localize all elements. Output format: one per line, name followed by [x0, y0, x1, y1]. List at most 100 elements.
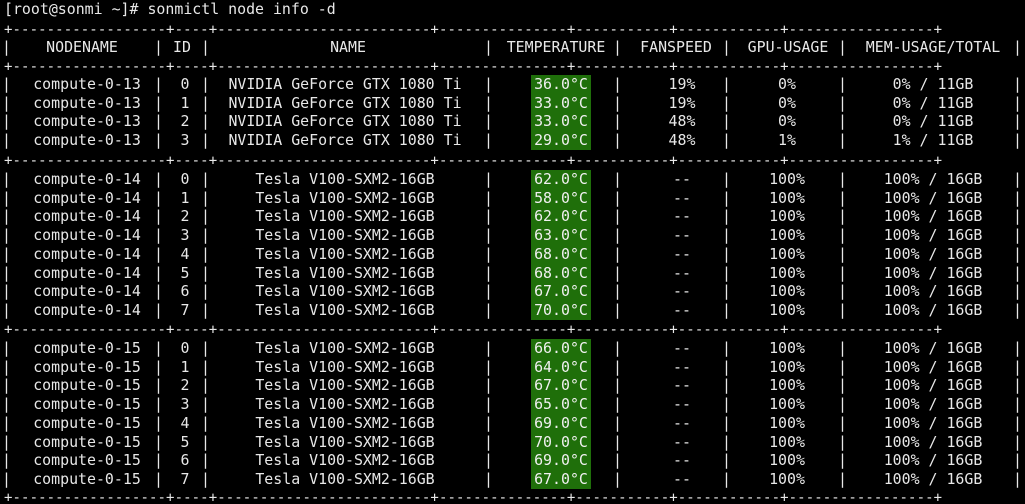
column-divider: | — [484, 112, 493, 131]
cell-fanspeed: -- — [673, 432, 691, 451]
cell-id: 3 — [180, 395, 190, 414]
cell-temperature: 33.0°C — [531, 93, 591, 113]
column-divider: | — [613, 112, 622, 131]
column-divider: | — [1013, 432, 1022, 451]
column-divider: | — [201, 413, 210, 432]
cell-mem-usage: 0% / 11GB — [892, 75, 974, 93]
column-divider: | — [154, 170, 163, 188]
cell-nodename: compute-0-15 — [33, 469, 141, 488]
cell-temperature: 64.0°C — [531, 357, 591, 377]
cell-gpu-name: Tesla V100-SXM2-16GB — [255, 170, 435, 188]
cell-nodename: compute-0-13 — [33, 75, 141, 93]
column-divider: | — [722, 170, 731, 188]
column-divider: | — [484, 395, 493, 414]
cell-id: 0 — [180, 170, 190, 188]
column-divider: | — [722, 93, 731, 112]
cell-temperature: 68.0°C — [531, 263, 591, 283]
column-divider: | — [1013, 300, 1022, 319]
cell-id: 3 — [180, 131, 190, 150]
column-divider: | — [2, 413, 11, 432]
table-row: | | | | | | | | compute-0-14 0 Tesla V100-SXM2-16G… — [2, 170, 1024, 189]
cell-nodename: compute-0-15 — [33, 451, 141, 470]
cell-temperature: 68.0°C — [531, 244, 591, 264]
column-divider: | — [613, 376, 622, 395]
column-divider: | — [722, 75, 731, 93]
cell-fanspeed: -- — [673, 376, 691, 395]
table-row: | | | | | | | | compute-0-15 2 Tesla V100-SXM2-16G… — [2, 376, 1024, 396]
column-divider: | — [722, 244, 731, 263]
cell-nodename: compute-0-13 — [33, 93, 141, 112]
cell-gpu-usage: 100% — [769, 244, 805, 263]
column-divider: | — [201, 376, 210, 395]
column-divider: | — [838, 188, 847, 207]
column-divider: | — [201, 244, 210, 263]
column-divider: | — [201, 300, 210, 319]
table-row: | | | | | | | | compute-0-15 1 Tesla V100-SXM2-16G… — [2, 357, 1024, 377]
column-divider: | — [1013, 188, 1022, 207]
column-divider: | — [484, 451, 493, 470]
cell-mem-usage: 100% / 16GB — [883, 357, 983, 376]
cell-nodename: compute-0-14 — [33, 188, 141, 207]
column-divider: | — [484, 282, 493, 301]
column-divider: | — [838, 395, 847, 414]
cell-gpu-name: Tesla V100-SXM2-16GB — [255, 451, 435, 470]
cell-gpu-name: Tesla V100-SXM2-16GB — [255, 395, 435, 414]
cell-fanspeed: 19% — [668, 93, 696, 112]
cell-mem-usage: 100% / 16GB — [883, 170, 983, 188]
cell-mem-usage: 100% / 16GB — [883, 244, 983, 263]
column-divider: | — [838, 357, 847, 376]
cell-gpu-usage: 0% — [778, 93, 796, 112]
cell-fanspeed: 48% — [668, 131, 696, 150]
cell-id: 1 — [180, 93, 190, 112]
column-divider: | — [1013, 339, 1022, 357]
column-divider: | — [2, 376, 11, 395]
cell-mem-usage: 100% / 16GB — [883, 413, 983, 432]
column-divider: | — [154, 244, 163, 263]
cell-gpu-name: Tesla V100-SXM2-16GB — [255, 469, 435, 488]
column-header-name: NAME — [330, 38, 366, 56]
column-divider: | — [201, 207, 210, 226]
cell-id: 4 — [180, 244, 190, 263]
column-divider: | — [722, 38, 731, 56]
column-divider: | — [154, 413, 163, 432]
column-divider: | — [484, 339, 493, 357]
cell-gpu-usage: 100% — [769, 451, 805, 470]
cell-mem-usage: 1% / 11GB — [892, 131, 974, 150]
cell-nodename: compute-0-14 — [33, 282, 141, 301]
column-divider: | — [484, 376, 493, 395]
cell-temperature: 67.0°C — [531, 469, 591, 489]
column-divider: | — [2, 38, 11, 56]
cell-temperature: 70.0°C — [531, 432, 591, 452]
table-row: | | | | | | | | compute-0-14 6 Tesla V100-SXM2-16G… — [2, 282, 1024, 302]
column-divider: | — [838, 170, 847, 188]
cell-id: 2 — [180, 207, 190, 226]
column-divider: | — [484, 357, 493, 376]
cell-gpu-name: Tesla V100-SXM2-16GB — [255, 357, 435, 376]
column-divider: | — [154, 188, 163, 207]
cell-gpu-name: Tesla V100-SXM2-16GB — [255, 188, 435, 207]
table-row: | | | | | | | | compute-0-14 4 Tesla V100-SXM2-16G… — [2, 244, 1024, 264]
cell-fanspeed: -- — [673, 207, 691, 226]
table-row: | | | | | | | | compute-0-15 4 Tesla V100-SXM2-16G… — [2, 413, 1024, 433]
column-divider: | — [838, 469, 847, 488]
column-divider: | — [2, 432, 11, 451]
cell-id: 0 — [180, 75, 190, 93]
cell-temperature: 33.0°C — [531, 112, 591, 132]
column-divider: | — [154, 282, 163, 301]
cell-fanspeed: 48% — [668, 112, 696, 131]
table-row: | | | | | | | | compute-0-15 7 Tesla V100-SXM2-16G… — [2, 469, 1024, 489]
cell-gpu-name: NVIDIA GeForce GTX 1080 Ti — [228, 93, 462, 112]
cell-mem-usage: 100% / 16GB — [883, 226, 983, 245]
column-divider: | — [613, 469, 622, 488]
column-divider: | — [838, 112, 847, 131]
cell-gpu-name: NVIDIA GeForce GTX 1080 Ti — [228, 131, 462, 150]
table-row: | | | | | | | | compute-0-13 2 NVIDIA GeForce GTX … — [2, 112, 1024, 132]
cell-gpu-usage: 100% — [769, 226, 805, 245]
table-row: | | | | | | | | compute-0-15 3 Tesla V100-SXM2-16G… — [2, 395, 1024, 415]
terminal-window[interactable]: [root@sonmi ~]# sonmictl node info -d +-… — [2, 0, 1024, 504]
cell-id: 7 — [180, 469, 190, 488]
column-divider: | — [154, 112, 163, 131]
column-divider: | — [613, 263, 622, 282]
column-divider: | — [1013, 207, 1022, 226]
column-divider: | — [613, 300, 622, 319]
